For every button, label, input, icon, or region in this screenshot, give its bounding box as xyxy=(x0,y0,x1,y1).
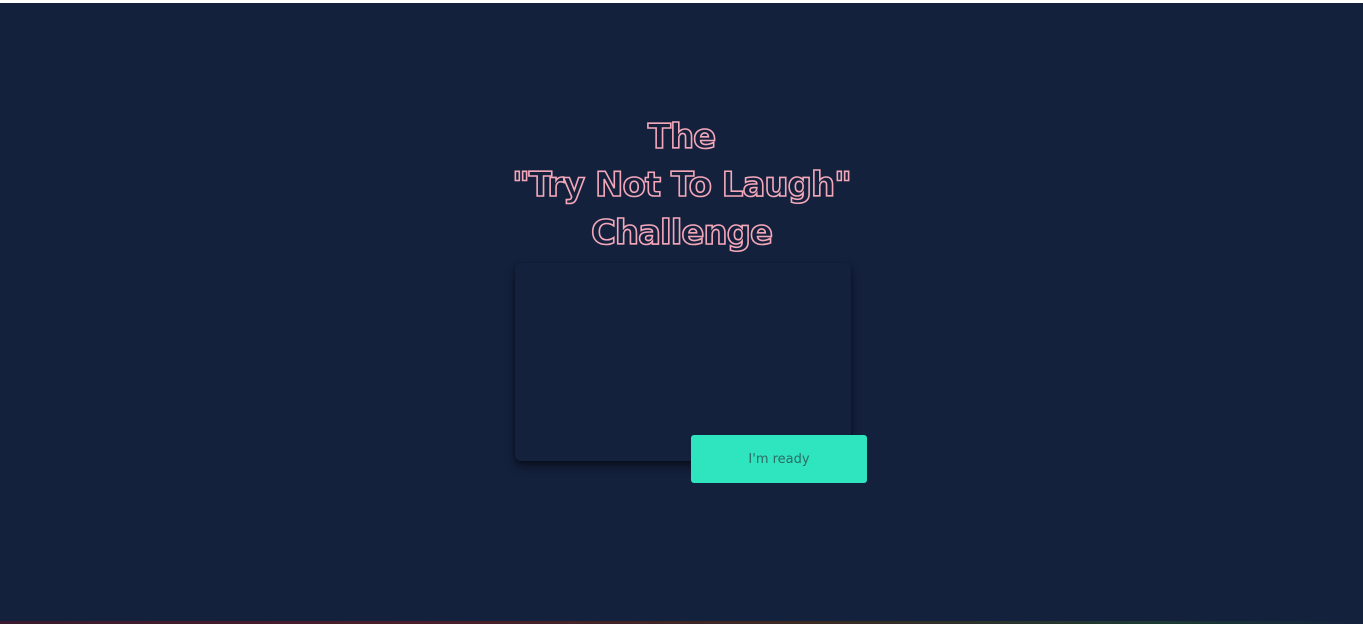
title-line-2: "Try Not To Laugh" xyxy=(511,164,852,206)
title-line-3: Challenge xyxy=(590,212,774,254)
ready-button[interactable]: I'm ready xyxy=(691,435,867,483)
page-background: The "Try Not To Laugh" Challenge I'm rea… xyxy=(0,3,1363,624)
title-line-1: The xyxy=(647,116,717,158)
page-title: The "Try Not To Laugh" Challenge xyxy=(0,113,1363,257)
content-card xyxy=(515,263,851,461)
